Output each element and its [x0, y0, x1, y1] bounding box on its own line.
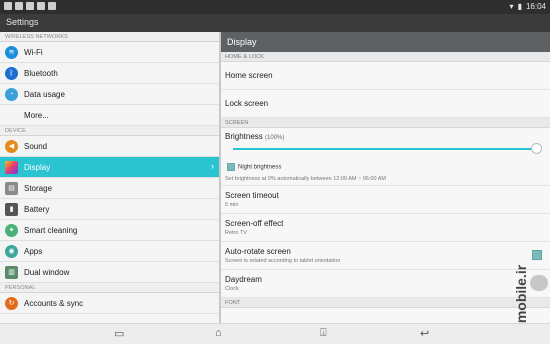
sidebar-item-label: Battery: [24, 205, 50, 214]
sidebar-item-sound[interactable]: ◀ Sound: [0, 136, 219, 157]
setting-title: Screen timeout: [225, 191, 279, 200]
battery-indicator-icon: ▮: [517, 2, 522, 11]
setting-title: Auto-rotate screen: [225, 247, 291, 256]
setting-summary: Clock: [225, 286, 239, 292]
sidebar-item-label: Data usage: [24, 90, 65, 99]
apps-icon: ◉: [5, 245, 18, 258]
recent-apps-icon[interactable]: ▭: [114, 327, 124, 340]
image-notification-icon: [4, 2, 12, 10]
sidebar-item-label: Display: [24, 163, 51, 172]
battery-icon: ▮: [5, 203, 18, 216]
display-settings-pane: Display HOME & LOCK Home screen Lock scr…: [221, 32, 550, 323]
status-bar: ▾ ▮ 16:04: [0, 0, 550, 14]
watermark-text: mobile.ir: [513, 264, 530, 324]
sidebar-item-battery[interactable]: ▮ Battery: [0, 199, 219, 220]
watermark: mobile.ir: [513, 250, 548, 342]
daydream-setting[interactable]: Daydream Clock: [221, 270, 550, 298]
sidebar-item-label: Dual window: [24, 268, 70, 277]
sidebar-item-accounts-sync[interactable]: ↻ Accounts & sync: [0, 293, 219, 314]
night-brightness-option[interactable]: Night brightness: [227, 163, 281, 171]
sidebar-item-dual-window[interactable]: ▥ Dual window: [0, 262, 219, 283]
store-notification-icon: [37, 2, 45, 10]
notifications-pull-icon[interactable]: ⍗: [320, 327, 327, 340]
sidebar-item-label: Bluetooth: [24, 69, 58, 78]
sidebar-item-label: Storage: [24, 184, 53, 193]
setting-summary: Screen is rotated according to tablet or…: [225, 258, 341, 264]
display-icon: [5, 161, 18, 174]
clock: 16:04: [525, 2, 546, 11]
app-title-bar: Settings: [0, 14, 550, 32]
setting-title: Daydream: [225, 275, 262, 284]
app-notification-icon: [26, 2, 34, 10]
wifi-icon: ≋: [5, 46, 18, 59]
game-notification-icon: [48, 2, 56, 10]
section-header-wireless: WIRELESS NETWORKS: [0, 32, 219, 42]
section-header-device: DEVICE: [0, 126, 219, 136]
sidebar-item-label: Sound: [24, 142, 48, 151]
storage-icon: ▤: [5, 182, 18, 195]
screen-timeout-setting[interactable]: Screen timeout 5 min: [221, 186, 550, 214]
section-header-personal: PERSONAL: [0, 283, 219, 293]
accounts-sync-icon: ↻: [5, 297, 18, 310]
pane-title: Display: [221, 32, 550, 52]
night-brightness-checkbox[interactable]: [227, 163, 235, 171]
back-icon[interactable]: ↩: [420, 327, 429, 340]
setting-summary: Retro TV: [225, 230, 247, 236]
bluetooth-icon: ᛒ: [5, 67, 18, 80]
screen-off-effect-setting[interactable]: Screen-off effect Retro TV: [221, 214, 550, 242]
auto-rotate-setting[interactable]: Auto-rotate screen Screen is rotated acc…: [221, 242, 550, 270]
brightness-title: Brightness: [225, 132, 263, 141]
setting-title: Home screen: [225, 71, 273, 80]
chevron-right-icon: ›: [211, 161, 214, 171]
sidebar-item-label: Wi-Fi: [24, 48, 43, 57]
brightness-slider-thumb[interactable]: [531, 143, 542, 154]
setting-title: Lock screen: [225, 99, 269, 108]
sidebar-item-label: Apps: [24, 247, 43, 256]
media-notification-icon: [15, 2, 23, 10]
setting-summary: 5 min: [225, 202, 239, 208]
sidebar-item-bluetooth[interactable]: ᛒ Bluetooth: [0, 63, 219, 84]
brightness-percent: (100%): [265, 135, 285, 141]
sidebar-item-label: Accounts & sync: [24, 299, 84, 308]
sidebar-item-smart-cleaning[interactable]: ✦ Smart cleaning: [0, 220, 219, 241]
night-brightness-label: Night brightness: [238, 164, 282, 171]
home-icon[interactable]: ⌂: [215, 327, 222, 339]
data-usage-icon: ◔: [5, 88, 18, 101]
brightness-summary: Set brightness at 0% automatically betwe…: [225, 176, 386, 182]
home-screen-setting[interactable]: Home screen: [221, 62, 550, 90]
section-header-screen: SCREEN: [221, 118, 550, 128]
sidebar-item-more[interactable]: More...: [0, 105, 219, 126]
sidebar-item-storage[interactable]: ▤ Storage: [0, 178, 219, 199]
sidebar-item-label: More...: [24, 111, 49, 120]
navigation-bar: ▭ ⌂ ⍗ ↩: [0, 323, 550, 344]
sidebar-item-data-usage[interactable]: ◔ Data usage: [0, 84, 219, 105]
sidebar-item-wifi[interactable]: ≋ Wi-Fi: [0, 42, 219, 63]
sidebar-item-label: Smart cleaning: [24, 226, 78, 235]
dual-window-icon: ▥: [5, 266, 18, 279]
app-title: Settings: [6, 17, 39, 27]
setting-title: Brightness (100%): [225, 132, 284, 141]
system-indicators: ▾ ▮ 16:04: [510, 2, 546, 11]
lock-screen-setting[interactable]: Lock screen: [221, 90, 550, 118]
sidebar-item-apps[interactable]: ◉ Apps: [0, 241, 219, 262]
brightness-slider-track[interactable]: [233, 148, 536, 150]
wifi-signal-icon: ▾: [509, 2, 514, 11]
smart-cleaning-icon: ✦: [5, 224, 18, 237]
brightness-setting: Brightness (100%) Night brightness Set b…: [221, 128, 550, 186]
sidebar-item-display[interactable]: Display ›: [0, 157, 219, 178]
settings-categories: WIRELESS NETWORKS ≋ Wi-Fi ᛒ Bluetooth ◔ …: [0, 32, 219, 323]
sound-icon: ◀: [5, 140, 18, 153]
setting-title: Screen-off effect: [225, 219, 284, 228]
notification-icons: [4, 2, 56, 10]
section-header-home-lock: HOME & LOCK: [221, 52, 550, 62]
section-header-font: FONT: [221, 298, 550, 308]
